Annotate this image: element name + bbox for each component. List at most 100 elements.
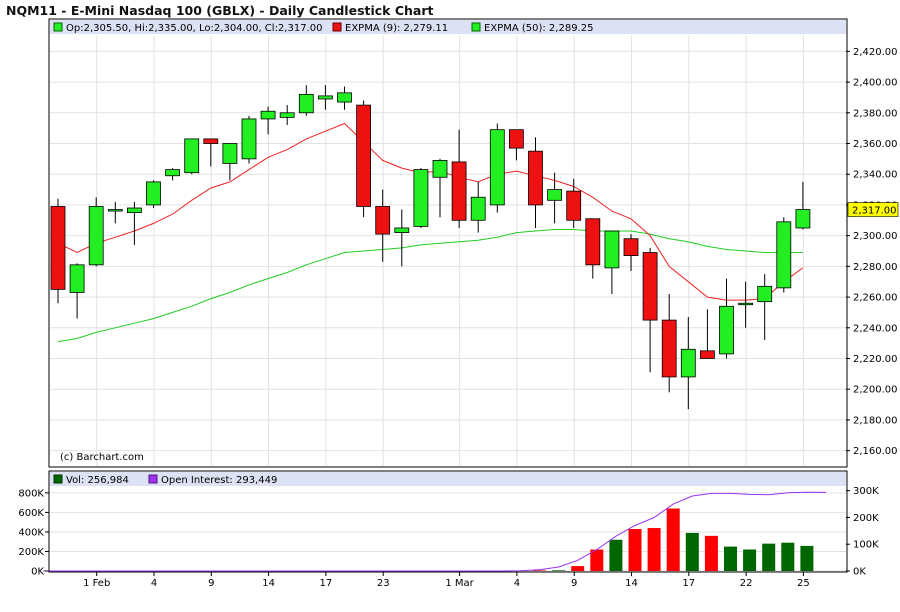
- y-tick-label: 2,220.00: [853, 354, 898, 365]
- volume-tick-label: 0K: [31, 567, 44, 578]
- price-y-axis: 2,160.00 2,180.00 2,200.00 2,220.00 2,240.00…: [846, 47, 898, 457]
- oi-tick-label: 0K: [853, 567, 866, 578]
- candle: [184, 138, 200, 175]
- volume-tick-label: 800K: [18, 488, 44, 499]
- candle-body: [394, 227, 410, 233]
- candle-body: [470, 196, 486, 221]
- candle-body: [260, 110, 276, 120]
- candle-body: [146, 181, 161, 206]
- candle-body: [107, 209, 123, 212]
- candle-body: [241, 118, 257, 160]
- legend-swatch-oi: [148, 474, 158, 484]
- volume-bar: [590, 549, 604, 571]
- volume-bar: [800, 545, 814, 571]
- x-tick-label: 1 Feb: [83, 578, 110, 589]
- candle-body: [680, 348, 696, 378]
- candle: [241, 115, 257, 164]
- volume-bar: [609, 539, 623, 571]
- volume-bar: [533, 570, 546, 571]
- x-tick-label: 14: [625, 578, 638, 589]
- candle-body: [547, 189, 562, 201]
- candle-body: [451, 161, 467, 221]
- x-tick-label: 9: [571, 578, 577, 589]
- candle-body: [604, 230, 620, 269]
- y-tick-label: 2,280.00: [853, 262, 898, 273]
- y-tick-label: 2,360.00: [853, 139, 898, 150]
- candle-body: [719, 305, 734, 355]
- volume-tick-label: 400K: [18, 527, 44, 538]
- volume-bar: [666, 508, 680, 571]
- x-tick-label: 4: [514, 578, 520, 589]
- volume-bar: [552, 570, 566, 571]
- legend-swatch-ema50: [471, 22, 481, 32]
- y-tick-label: 2,200.00: [853, 385, 898, 396]
- y-tick-label: 2,180.00: [853, 415, 898, 426]
- x-tick-label: 9: [208, 578, 214, 589]
- candle-body: [623, 238, 639, 257]
- candle: [413, 168, 429, 228]
- legend-swatch-volume: [53, 474, 63, 484]
- volume-bar: [647, 528, 661, 571]
- legend-swatch-ohlc: [53, 22, 63, 32]
- oi-tick-label: 100K: [853, 540, 879, 551]
- volume-bar: [685, 532, 699, 571]
- candle-body: [489, 129, 505, 206]
- candle: [489, 123, 505, 213]
- candle-body: [508, 129, 524, 149]
- candle-body: [69, 264, 85, 293]
- y-tick-label: 2,380.00: [853, 108, 898, 119]
- candle-body: [432, 159, 448, 178]
- volume-tick-label: 200K: [18, 547, 44, 558]
- candle-body: [317, 95, 333, 100]
- candle-body: [165, 169, 181, 177]
- candle-body: [661, 319, 677, 378]
- y-tick-label: 2,400.00: [853, 78, 898, 89]
- y-tick-label: 2,260.00: [853, 293, 898, 304]
- legend-open-interest: Open Interest: 293,449: [161, 475, 277, 486]
- x-tick-label: 17: [682, 578, 695, 589]
- candle: [88, 197, 104, 267]
- volume-bar: [571, 566, 585, 571]
- candle-body: [757, 285, 773, 303]
- candle-body: [356, 104, 372, 207]
- volume-bar: [724, 546, 737, 571]
- candle-body: [738, 302, 753, 306]
- candle-body: [528, 150, 543, 206]
- legend-swatch-ema9: [332, 22, 342, 32]
- x-tick-label: 4: [151, 578, 157, 589]
- candle-body: [566, 190, 582, 221]
- candle-body: [413, 169, 429, 227]
- candle-body: [375, 206, 391, 235]
- x-tick-label: 17: [320, 578, 333, 589]
- candle: [146, 180, 161, 208]
- legend-ema9: EXPMA (9): 2,279.11: [345, 23, 448, 34]
- candle-body: [337, 92, 352, 103]
- chart-svg: 2,160.00 2,180.00 2,200.00 2,220.00 2,240.00…: [18, 18, 899, 589]
- candle-body: [795, 209, 811, 229]
- candle-body: [127, 207, 142, 214]
- volume-bar: [781, 542, 795, 571]
- candle-body: [279, 112, 295, 118]
- candle-body: [585, 218, 601, 266]
- y-tick-label: 2,160.00: [853, 446, 898, 457]
- x-tick-label: 1 Mar: [445, 578, 474, 589]
- x-axis: 1 Feb 4 9 14 17 23 1 Mar 4 9 14 17 22 25: [83, 572, 810, 589]
- candle-body: [50, 206, 66, 290]
- candle-body: [642, 252, 658, 321]
- candle-body: [776, 221, 792, 289]
- candle-body: [298, 93, 314, 114]
- candle-body: [203, 138, 219, 144]
- last-price-label: 2,317.00: [852, 206, 897, 217]
- candle-body: [700, 350, 715, 359]
- volume-bar: [704, 535, 718, 571]
- volume-bar: [762, 543, 776, 571]
- y-tick-label: 2,340.00: [853, 170, 898, 181]
- candle-body: [184, 138, 200, 174]
- candle: [356, 100, 372, 218]
- volume-tick-label: 600K: [18, 508, 44, 519]
- y-tick-label: 2,300.00: [853, 231, 898, 242]
- volume-bar: [628, 529, 642, 571]
- volume-bar: [743, 549, 757, 571]
- x-tick-label: 22: [740, 578, 753, 589]
- oi-tick-label: 200K: [853, 513, 879, 524]
